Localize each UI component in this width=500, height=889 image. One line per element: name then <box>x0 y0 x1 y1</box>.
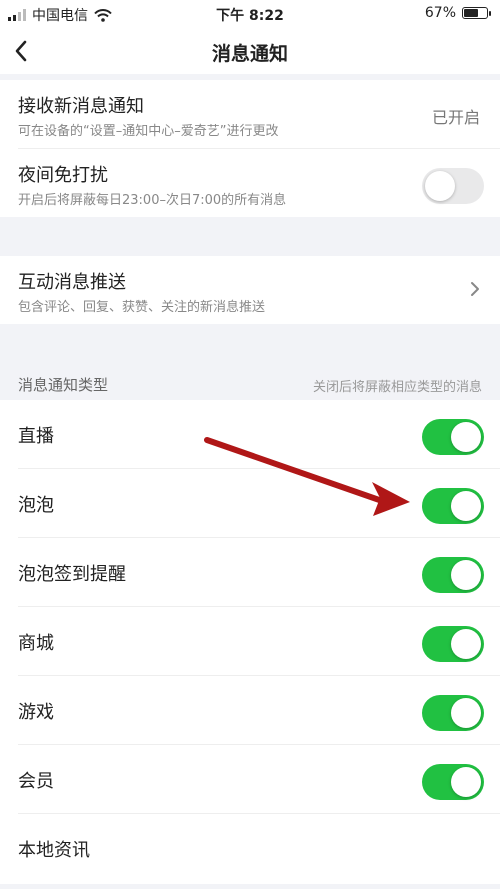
type-row-bubble: 泡泡 <box>18 469 500 538</box>
status-right: 67% <box>424 5 491 21</box>
receive-notification-row[interactable]: 接收新消息通知 可在设备的“设置–通知中心–爱奇艺”进行更改 已开启 <box>18 80 500 149</box>
type-toggle-game[interactable] <box>422 695 484 731</box>
receive-notification-status: 已开启 <box>431 108 480 127</box>
type-label: 游戏 <box>18 702 54 723</box>
interaction-push-label: 互动消息推送 <box>18 272 126 293</box>
night-dnd-toggle[interactable] <box>422 168 484 204</box>
notification-types-title: 消息通知类型 <box>18 376 109 394</box>
toggle-knob <box>451 560 481 590</box>
type-row-local-news[interactable]: 本地资讯 <box>18 814 500 884</box>
night-dnd-subtitle: 开启后将屏蔽每日23:00–次日7:00的所有消息 <box>18 193 287 208</box>
toggle-knob <box>451 422 481 452</box>
type-toggle-live[interactable] <box>422 419 484 455</box>
night-dnd-row: 夜间免打扰 开启后将屏蔽每日23:00–次日7:00的所有消息 <box>18 149 500 217</box>
notification-types-hint: 关闭后将屏蔽相应类型的消息 <box>312 380 482 395</box>
type-row-vip: 会员 <box>18 745 500 814</box>
type-label: 直播 <box>18 426 54 447</box>
type-label: 泡泡 <box>18 495 54 516</box>
type-row-mall: 商城 <box>18 607 500 676</box>
toggle-knob <box>451 629 481 659</box>
type-label: 本地资讯 <box>18 840 90 861</box>
receive-notification-label: 接收新消息通知 <box>18 96 144 117</box>
toggle-knob <box>451 491 481 521</box>
page-title: 消息通知 <box>211 43 288 65</box>
type-toggle-bubble[interactable] <box>422 488 484 524</box>
settings-group-types: 直播 泡泡 泡泡签到提醒 商城 游戏 会员 本地资讯 <box>0 400 500 884</box>
type-toggle-vip[interactable] <box>422 764 484 800</box>
chevron-right-icon <box>470 278 480 302</box>
type-row-bubble-checkin: 泡泡签到提醒 <box>18 538 500 607</box>
battery-percent: 67% <box>424 5 456 21</box>
settings-group-main: 接收新消息通知 可在设备的“设置–通知中心–爱奇艺”进行更改 已开启 夜间免打扰… <box>0 80 500 217</box>
type-label: 会员 <box>18 771 54 792</box>
toggle-knob <box>451 698 481 728</box>
interaction-push-row[interactable]: 互动消息推送 包含评论、回复、获赞、关注的新消息推送 <box>18 256 500 324</box>
type-toggle-bubble-checkin[interactable] <box>422 557 484 593</box>
type-row-game: 游戏 <box>18 676 500 745</box>
type-label: 泡泡签到提醒 <box>18 564 126 585</box>
nav-bar: 消息通知 <box>0 28 500 74</box>
status-bar: 中国电信 下午 8:22 67% <box>0 0 500 28</box>
type-toggle-mall[interactable] <box>422 626 484 662</box>
receive-notification-subtitle: 可在设备的“设置–通知中心–爱奇艺”进行更改 <box>18 124 279 139</box>
night-dnd-label: 夜间免打扰 <box>18 165 108 186</box>
interaction-push-subtitle: 包含评论、回复、获赞、关注的新消息推送 <box>18 300 266 315</box>
battery-icon <box>462 7 491 19</box>
type-label: 商城 <box>18 633 54 654</box>
toggle-knob <box>425 171 455 201</box>
type-row-live: 直播 <box>18 400 500 469</box>
settings-group-interaction: 互动消息推送 包含评论、回复、获赞、关注的新消息推送 <box>0 256 500 324</box>
notification-types-header: 消息通知类型 关闭后将屏蔽相应类型的消息 <box>0 364 500 400</box>
toggle-knob <box>451 767 481 797</box>
